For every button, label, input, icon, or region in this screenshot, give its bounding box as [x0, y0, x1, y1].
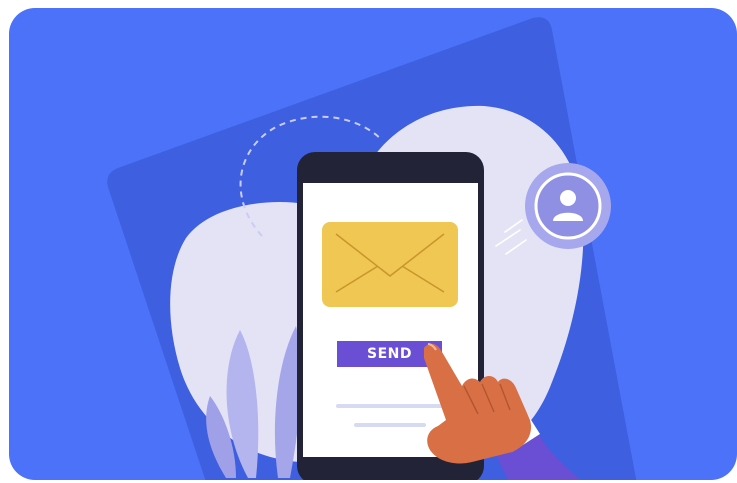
user-avatar-badge: [525, 163, 611, 249]
illustration-scene: SEND: [0, 0, 737, 483]
illustration-canvas: [9, 8, 737, 480]
text-placeholder-line: [354, 423, 426, 427]
send-button[interactable]: SEND: [337, 341, 442, 367]
text-placeholder-line: [336, 404, 444, 408]
envelope-icon: [322, 222, 458, 307]
